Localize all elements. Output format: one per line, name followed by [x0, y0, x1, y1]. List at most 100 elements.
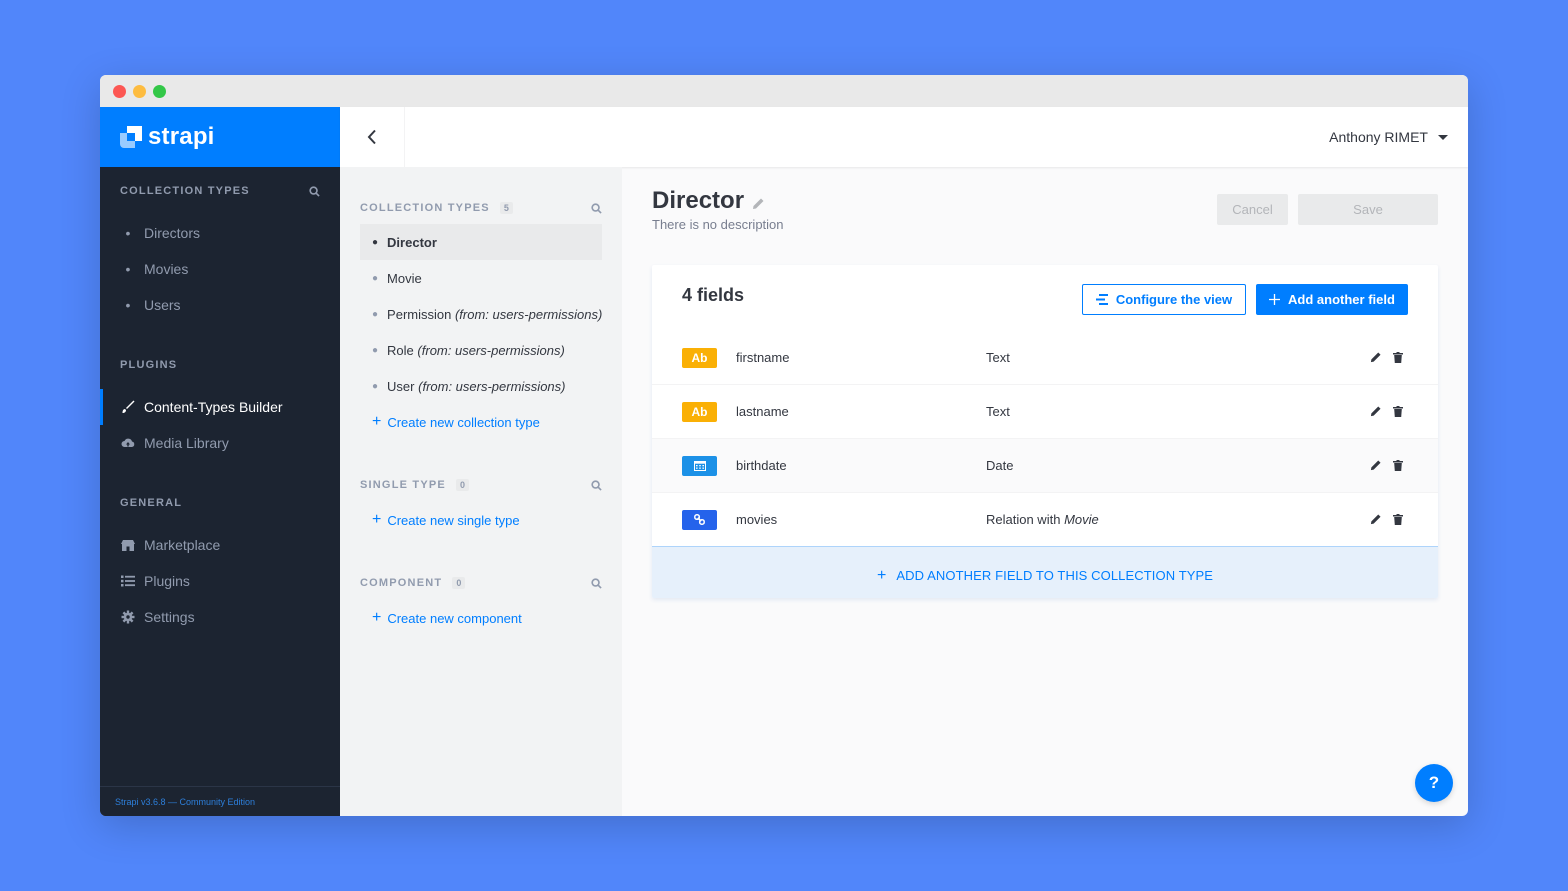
create-component-link[interactable]: + Create new component — [360, 600, 602, 636]
add-another-field-label: Add another field — [1288, 292, 1395, 307]
pencil-icon[interactable] — [1370, 352, 1381, 363]
row-actions — [1370, 352, 1403, 363]
field-type-label: Text — [986, 404, 1010, 419]
configure-view-button[interactable]: Configure the view — [1082, 284, 1246, 315]
maximize-window-dot[interactable] — [153, 85, 166, 98]
trash-icon[interactable] — [1393, 352, 1403, 363]
nav-item-content-types-builder[interactable]: Content-Types Builder — [100, 389, 340, 425]
bullet-icon: ● — [372, 308, 379, 320]
nav-section-collection-types: COLLECTION TYPES — [100, 167, 340, 215]
pencil-icon[interactable] — [1370, 460, 1381, 471]
user-menu[interactable]: Anthony RIMET — [1329, 107, 1448, 167]
fields-count: 4 fields — [682, 285, 745, 305]
nav-item-directors[interactable]: • Directors — [100, 215, 340, 251]
field-type-label: Text — [986, 350, 1010, 365]
relation-type-badge — [682, 509, 717, 530]
nav-section-label: GENERAL — [120, 497, 183, 509]
type-badge-label: Ab — [691, 350, 708, 365]
version-footer[interactable]: Strapi v3.6.8 — Community Edition — [100, 786, 340, 816]
close-window-dot[interactable] — [113, 85, 126, 98]
subnav-item-permission[interactable]: ● Permission (from: users-permissions) — [360, 296, 602, 332]
field-type-label: Date — [986, 458, 1014, 473]
left-navigation: strapi COLLECTION TYPES • Directors • Movi… — [100, 107, 340, 816]
configure-view-label: Configure the view — [1115, 292, 1233, 307]
subnav-item-label: Permission — [387, 306, 452, 322]
caret-down-icon — [1438, 134, 1448, 140]
subnav-item-source: (from: users-permissions) — [454, 306, 603, 322]
pencil-icon[interactable] — [752, 198, 764, 210]
field-row-firstname[interactable]: Ab firstname Text — [652, 331, 1438, 385]
nav-item-label: Plugins — [144, 573, 190, 589]
user-name: Anthony RIMET — [1329, 129, 1428, 145]
field-name: lastname — [736, 404, 789, 419]
nav-section-label: PLUGINS — [120, 359, 178, 371]
back-button[interactable] — [340, 107, 405, 167]
create-collection-type-link[interactable]: + Create new collection type — [360, 404, 602, 440]
nav-item-plugins[interactable]: Plugins — [100, 563, 340, 599]
nav-item-movies[interactable]: • Movies — [100, 251, 340, 287]
create-single-type-link[interactable]: + Create new single type — [360, 502, 602, 538]
subnav-collection-types: COLLECTION TYPES 5 ● Director ● Movie ● Perm… — [340, 167, 622, 440]
help-button[interactable]: ? — [1415, 764, 1453, 802]
cloud-icon — [120, 435, 136, 451]
subnav-item-label: Movie — [387, 270, 422, 286]
strapi-logo: strapi — [120, 123, 215, 151]
list-icon — [120, 573, 136, 589]
plus-icon: + — [876, 566, 887, 584]
field-row-lastname[interactable]: Ab lastname Text — [652, 385, 1438, 439]
nav-item-label: Movies — [144, 261, 189, 277]
layout-icon — [1095, 294, 1108, 305]
row-actions — [1370, 406, 1403, 417]
add-another-field-button[interactable]: Add another field — [1256, 284, 1408, 315]
main-content: Director There is no description Cancel … — [622, 167, 1468, 816]
field-row-movies[interactable]: movies Relation with Movie — [652, 493, 1438, 547]
plus-icon: + — [372, 413, 382, 430]
app-window: strapi COLLECTION TYPES • Directors • Movi… — [100, 75, 1468, 816]
strapi-logo-icon — [120, 126, 142, 148]
plus-icon — [1269, 294, 1281, 305]
nav-item-label: Content-Types Builder — [144, 399, 283, 415]
minimize-window-dot[interactable] — [133, 85, 146, 98]
add-field-to-collection-button[interactable]: + ADD ANOTHER FIELD TO THIS COLLECTION T… — [652, 547, 1438, 598]
subnav-item-role[interactable]: ● Role (from: users-permissions) — [360, 332, 602, 368]
nav-item-media-library[interactable]: Media Library — [100, 425, 340, 461]
bullet-icon: • — [125, 225, 131, 241]
field-type: Date — [986, 458, 1013, 473]
save-button[interactable]: Save — [1298, 194, 1438, 225]
field-type: Text — [986, 404, 1010, 419]
fields-card: 4 fields Configure the view Add another … — [652, 265, 1438, 598]
subnav-section-header: SINGLE TYPE 0 — [360, 476, 602, 494]
subnav-item-movie[interactable]: ● Movie — [360, 260, 602, 296]
nav-section-plugins: PLUGINS — [100, 341, 340, 389]
subnav-section-header: COLLECTION TYPES 5 — [360, 199, 602, 217]
top-header: Anthony RIMET — [340, 107, 1468, 167]
trash-icon[interactable] — [1393, 460, 1403, 471]
date-type-badge — [682, 455, 717, 476]
subnav-item-label: User — [387, 378, 415, 394]
cancel-button[interactable]: Cancel — [1217, 194, 1288, 225]
field-row-birthdate[interactable]: birthdate Date — [652, 439, 1438, 493]
trash-icon[interactable] — [1393, 514, 1403, 525]
search-icon[interactable] — [591, 202, 602, 214]
search-icon[interactable] — [309, 185, 320, 197]
brand-header[interactable]: strapi — [100, 107, 340, 167]
nav-item-users[interactable]: • Users — [100, 287, 340, 323]
nav-item-marketplace[interactable]: Marketplace — [100, 527, 340, 563]
bullet-icon: ● — [372, 380, 379, 392]
search-icon[interactable] — [591, 577, 602, 589]
pencil-icon[interactable] — [1370, 514, 1381, 525]
row-actions — [1370, 460, 1403, 471]
content-types-list-panel: COLLECTION TYPES 5 ● Director ● Movie ● Perm… — [340, 167, 622, 816]
subnav-item-director[interactable]: ● Director — [360, 224, 602, 260]
link-icon — [694, 514, 705, 525]
text-type-badge: Ab — [682, 401, 717, 422]
subnav-item-user[interactable]: ● User (from: users-permissions) — [360, 368, 602, 404]
type-badge-label: Ab — [691, 404, 708, 419]
subnav-item-label: Role — [387, 342, 414, 358]
trash-icon[interactable] — [1393, 406, 1403, 417]
pencil-icon[interactable] — [1370, 406, 1381, 417]
search-icon[interactable] — [591, 479, 602, 491]
nav-item-settings[interactable]: Settings — [100, 599, 340, 635]
help-label: ? — [1428, 773, 1440, 792]
paintbrush-icon — [120, 399, 136, 415]
